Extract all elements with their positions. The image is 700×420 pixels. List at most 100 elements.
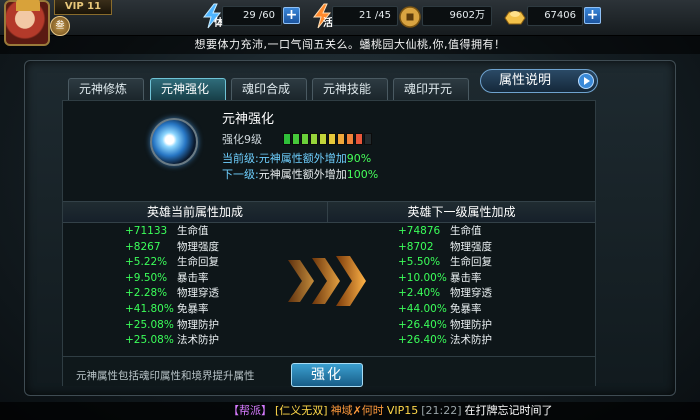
tab-spirit-skills[interactable]: 元神技能: [312, 78, 388, 100]
current-level-value: 90%: [346, 152, 372, 165]
world-chat-ticker[interactable]: 【帮派】 [仁义无双] 神域✗何时 VIP15 [21:22] 在打牌忘记时间了: [0, 402, 700, 420]
attribute-value: +5.22%: [125, 256, 168, 269]
stamina-value: 29 /60: [222, 6, 282, 26]
attribute-name: 物理穿透: [450, 287, 492, 300]
tab-spirit-cultivation[interactable]: 元神修炼: [68, 78, 144, 100]
attribute-row: +26.40% 物理防护: [398, 318, 598, 334]
level-segment: [328, 133, 336, 145]
next-attributes-list: +74876 生命值 +8702 物理强度 +5.50% 生命回复 +10.00% 暴击率 +2…: [398, 224, 598, 354]
current-attributes-header: 英雄当前属性加成: [63, 201, 327, 223]
enhance-button[interactable]: 强化: [291, 363, 363, 387]
coins-value: 9602万: [422, 6, 492, 26]
upgrade-arrows-icon: [288, 256, 366, 306]
next-attributes-header: 英雄下一级属性加成: [327, 201, 595, 223]
chat-player-name: 神域✗何时: [330, 404, 384, 417]
attribute-value: +5.50%: [398, 256, 441, 269]
footer-note: 元神属性包括魂印属性和境界提升属性: [76, 370, 255, 382]
ingots-resource: 67406 +: [503, 6, 603, 26]
attribute-row: +26.40% 法术防护: [398, 333, 598, 349]
vip-badge[interactable]: VIP 11: [54, 0, 112, 15]
level-segment: [292, 133, 300, 145]
attribute-value: +26.40%: [398, 318, 447, 331]
attribute-name: 暴击率: [177, 271, 209, 284]
tab-spirit-enhance[interactable]: 元神强化: [150, 78, 226, 100]
attribute-row: +10.00% 暴击率: [398, 271, 598, 287]
tab-seal-awaken[interactable]: 魂印开元: [393, 78, 469, 100]
attribute-name: 物理强度: [177, 240, 219, 253]
attribute-row: +44.00% 免暴率: [398, 302, 598, 318]
announcement-ticker: 想要体力充沛,一口气闯五关么。蟠桃园大仙桃,你,值得拥有！: [0, 36, 700, 54]
attribute-row: +25.08% 法术防护: [125, 333, 325, 349]
chat-channel: 【帮派】: [228, 404, 272, 417]
attribute-value: +26.40%: [398, 334, 447, 347]
level-segment: [364, 133, 372, 145]
attribute-row: +71133 生命值: [125, 224, 325, 240]
ingots-value: 67406: [527, 6, 583, 26]
next-level-line: 下一级:元神属性额外增加100%: [222, 166, 378, 182]
arrow-right-icon: [578, 73, 594, 89]
attribute-name: 法术防护: [177, 334, 219, 347]
current-level-label: 当前级:: [222, 152, 259, 165]
chat-message: 在打牌忘记时间了: [464, 404, 553, 417]
next-level-value: 100%: [346, 168, 379, 181]
add-stamina-button[interactable]: +: [283, 7, 300, 24]
chat-vip: VIP15: [386, 404, 419, 417]
current-level-line: 当前级:元神属性额外增加90%: [222, 150, 371, 166]
stamina-resource: 体 29 /60 +: [200, 3, 302, 29]
attribute-info-label: 属性说明: [499, 73, 552, 88]
attribute-name: 生命值: [177, 225, 209, 237]
attribute-value: +8702: [398, 240, 434, 253]
vitality-value: 21 /45: [332, 6, 398, 26]
attribute-row: +25.08% 物理防护: [125, 318, 325, 334]
attribute-name: 生命回复: [450, 256, 492, 269]
skill-level-text: 强化9级: [222, 133, 262, 146]
attribute-name: 法术防护: [450, 334, 492, 347]
level-segment: [310, 133, 318, 145]
attribute-value: +71133: [125, 225, 168, 237]
attribute-value: +8267: [125, 240, 161, 253]
skill-title: 元神强化: [222, 112, 275, 127]
attribute-value: +25.08%: [125, 318, 174, 331]
attribute-name: 物理穿透: [177, 287, 219, 300]
level-segment: [337, 133, 345, 145]
add-ingots-button[interactable]: +: [584, 7, 601, 24]
attribute-name: 物理防护: [177, 318, 219, 331]
coins-resource: 9602万: [398, 6, 496, 28]
level-segment: [346, 133, 354, 145]
attribute-name: 生命回复: [177, 256, 219, 269]
next-level-text: 元神属性额外增加: [258, 168, 347, 181]
level-segment: [319, 133, 327, 145]
game-screen: 叁 VIP 11 体 29 /60 + 活 21 /45 9602万 67406…: [0, 0, 700, 420]
attribute-row: +5.50% 生命回复: [398, 255, 598, 271]
vitality-resource: 活 21 /45: [310, 3, 400, 29]
attribute-name: 免暴率: [450, 302, 482, 315]
gold-ingot-icon: [504, 11, 526, 25]
attribute-name: 生命值: [450, 225, 482, 237]
spirit-orb-icon: [150, 118, 198, 166]
current-level-text: 元神属性额外增加: [258, 152, 347, 165]
tab-seal-synthesis[interactable]: 魂印合成: [231, 78, 307, 100]
attribute-value: +10.00%: [398, 271, 447, 284]
attribute-row: +74876 生命值: [398, 224, 598, 240]
attribute-value: +2.40%: [398, 287, 441, 300]
attribute-value: +41.80%: [125, 302, 174, 315]
level-segment: [283, 133, 291, 145]
chat-guild: [仁义无双]: [275, 404, 328, 417]
attribute-value: +25.08%: [125, 334, 174, 347]
chat-time: [21:22]: [421, 404, 462, 417]
attribute-name: 免暴率: [177, 302, 209, 315]
attribute-name: 物理防护: [450, 318, 492, 331]
attribute-value: +74876: [398, 225, 441, 237]
level-badge: 叁: [50, 16, 70, 36]
attribute-value: +44.00%: [398, 302, 447, 315]
level-segment: [301, 133, 309, 145]
attribute-name: 暴击率: [450, 271, 482, 284]
attribute-row: +8267 物理强度: [125, 240, 325, 256]
attribute-row: +8702 物理强度: [398, 240, 598, 256]
attribute-info-button[interactable]: 属性说明: [480, 69, 598, 93]
next-level-label: 下一级:: [222, 168, 259, 181]
attribute-row: +2.40% 物理穿透: [398, 286, 598, 302]
player-avatar[interactable]: [4, 0, 50, 46]
attribute-name: 物理强度: [450, 240, 492, 253]
level-segment: [355, 133, 363, 145]
